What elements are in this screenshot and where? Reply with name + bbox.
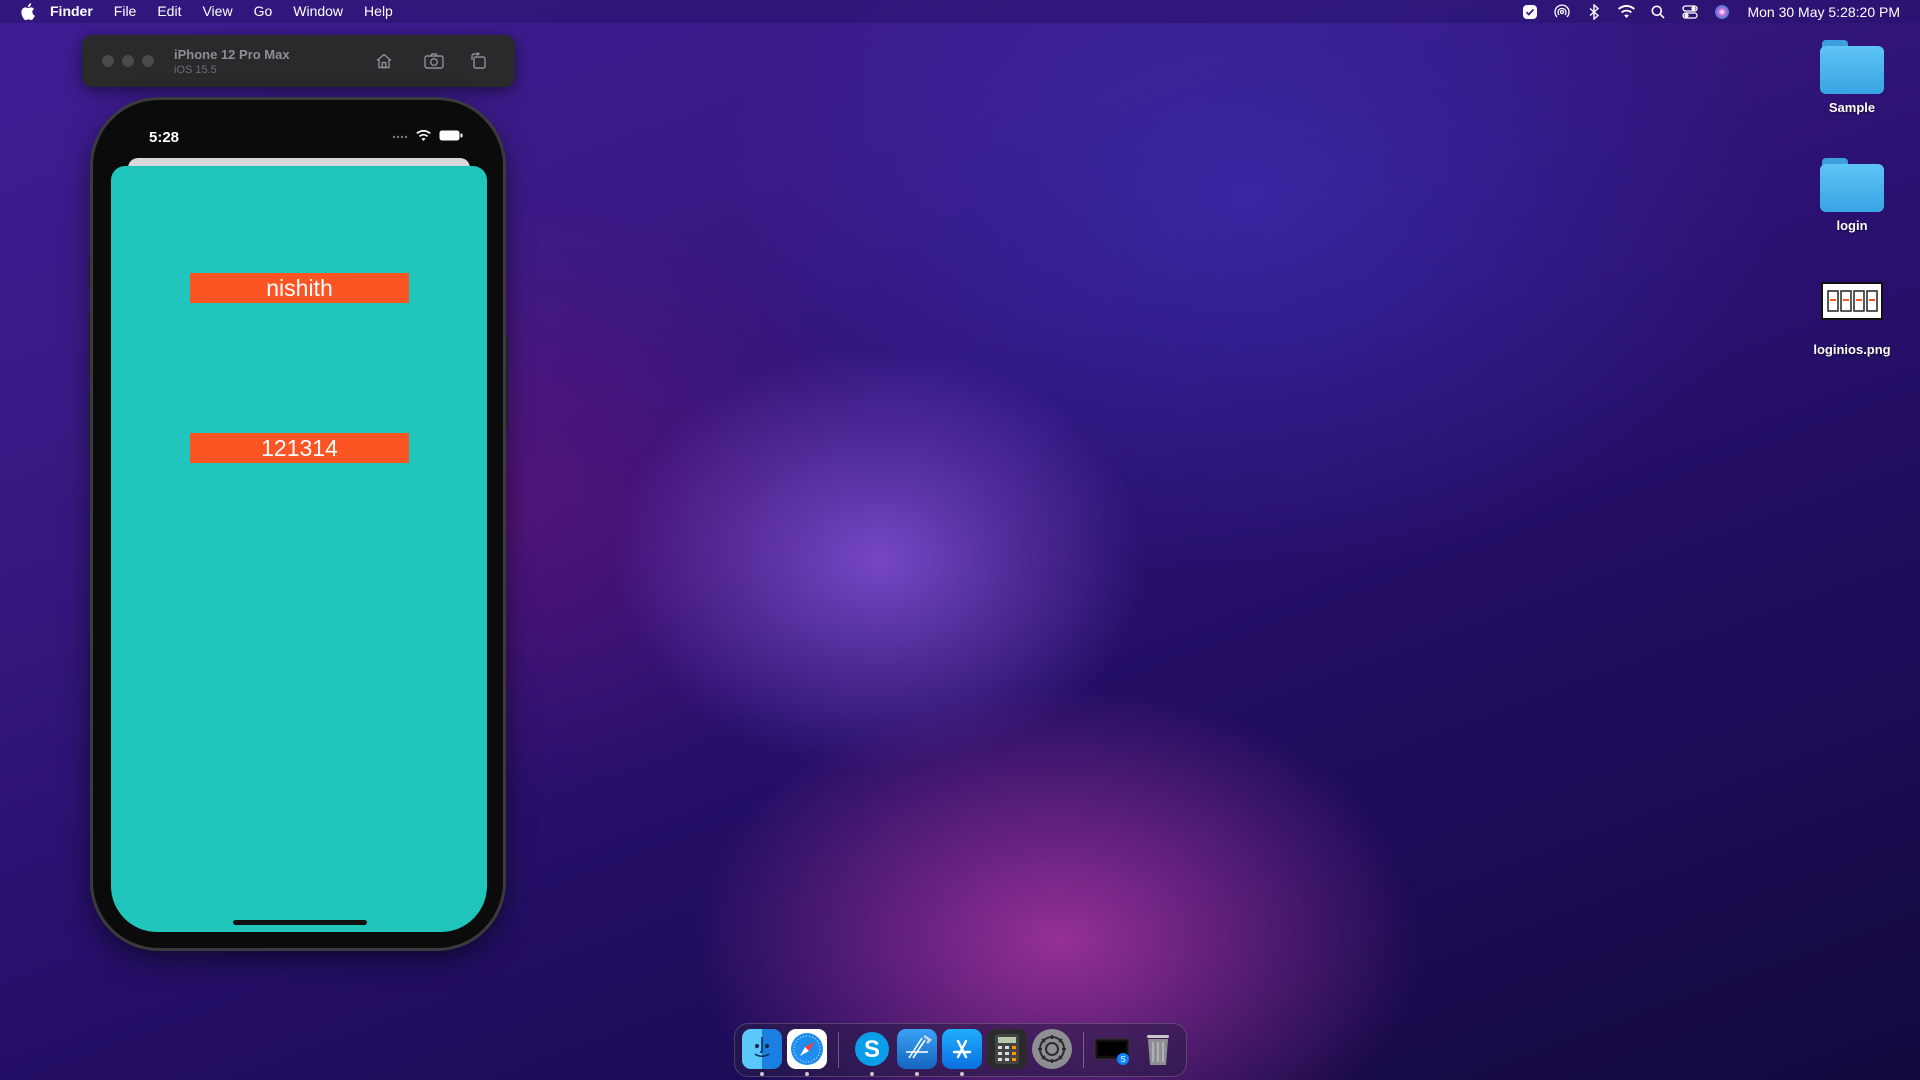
menu-bar: Finder File Edit View Go Window Help Mon…: [0, 0, 1920, 23]
folder-icon: [1820, 158, 1884, 212]
close-button[interactable]: [102, 55, 114, 67]
xcode-icon[interactable]: [897, 1029, 937, 1069]
menu-window[interactable]: Window: [293, 0, 343, 23]
menu-help[interactable]: Help: [364, 0, 393, 23]
simulator-icon[interactable]: S: [1093, 1029, 1133, 1069]
checkmark-badge-icon[interactable]: [1521, 4, 1539, 20]
skype-icon[interactable]: S: [852, 1029, 892, 1069]
dock: S S: [734, 1023, 1187, 1077]
wifi-icon: [416, 130, 431, 141]
iphone-device-frame: 5:28 nishith 121314: [93, 100, 503, 948]
trash-icon[interactable]: [1138, 1029, 1178, 1069]
menu-go[interactable]: Go: [254, 0, 273, 23]
running-indicator: [805, 1072, 809, 1076]
device-os-version: iOS 15.5: [174, 64, 217, 76]
folder-icon: [1820, 40, 1884, 94]
finder-icon[interactable]: [742, 1029, 782, 1069]
minimize-button[interactable]: [122, 55, 134, 67]
username-field[interactable]: nishith: [190, 273, 409, 303]
airdrop-icon[interactable]: [1553, 4, 1571, 20]
simulator-title-bar: iPhone 12 Pro Max iOS 15.5: [82, 35, 515, 87]
battery-icon: [439, 130, 463, 141]
wifi-icon[interactable]: [1617, 4, 1635, 20]
running-indicator: [960, 1072, 964, 1076]
system-preferences-icon[interactable]: [1032, 1029, 1072, 1069]
apple-menu-icon[interactable]: [20, 3, 36, 20]
desktop-item-label: loginios.png: [1813, 342, 1891, 357]
menu-bar-clock[interactable]: Mon 30 May 5:28:20 PM: [1747, 4, 1900, 20]
control-center-icon[interactable]: [1681, 4, 1699, 20]
status-bar-time: 5:28: [149, 129, 180, 146]
running-indicator: [870, 1072, 874, 1076]
menu-view[interactable]: View: [202, 0, 232, 23]
running-indicator: [915, 1072, 919, 1076]
menu-file[interactable]: File: [114, 0, 137, 23]
menu-finder[interactable]: Finder: [50, 0, 93, 23]
screenshot-camera-icon[interactable]: [423, 50, 445, 72]
zoom-button[interactable]: [142, 55, 154, 67]
running-indicator: [760, 1072, 764, 1076]
svg-text:S: S: [864, 1036, 880, 1063]
home-indicator[interactable]: [233, 920, 367, 925]
dock-separator: [838, 1032, 839, 1068]
desktop-item-sample[interactable]: Sample: [1797, 40, 1907, 115]
desktop-item-login[interactable]: login: [1797, 158, 1907, 233]
svg-text:S: S: [1120, 1055, 1125, 1064]
cellular-signal-icon: [392, 133, 408, 139]
desktop-item-label: Sample: [1828, 100, 1876, 115]
rotate-icon[interactable]: [468, 50, 490, 72]
home-icon[interactable]: [373, 50, 395, 72]
app-store-icon[interactable]: [942, 1029, 982, 1069]
power-button: [503, 335, 508, 430]
dock-separator: [1083, 1032, 1084, 1068]
safari-icon[interactable]: [787, 1029, 827, 1069]
spotlight-search-icon[interactable]: [1649, 4, 1667, 20]
menu-edit[interactable]: Edit: [157, 0, 181, 23]
image-thumbnail-icon: [1821, 282, 1883, 320]
calculator-icon[interactable]: [987, 1029, 1027, 1069]
app-screen: nishith 121314: [111, 166, 487, 932]
desktop-item-loginios-png[interactable]: loginios.png: [1797, 276, 1907, 357]
status-bar-icons: [392, 130, 463, 141]
window-controls: [102, 55, 162, 67]
device-name: iPhone 12 Pro Max: [174, 47, 290, 62]
siri-icon[interactable]: [1713, 4, 1731, 20]
bluetooth-icon[interactable]: [1585, 3, 1603, 20]
desktop-item-label: login: [1836, 218, 1868, 233]
password-field[interactable]: 121314: [190, 433, 409, 463]
